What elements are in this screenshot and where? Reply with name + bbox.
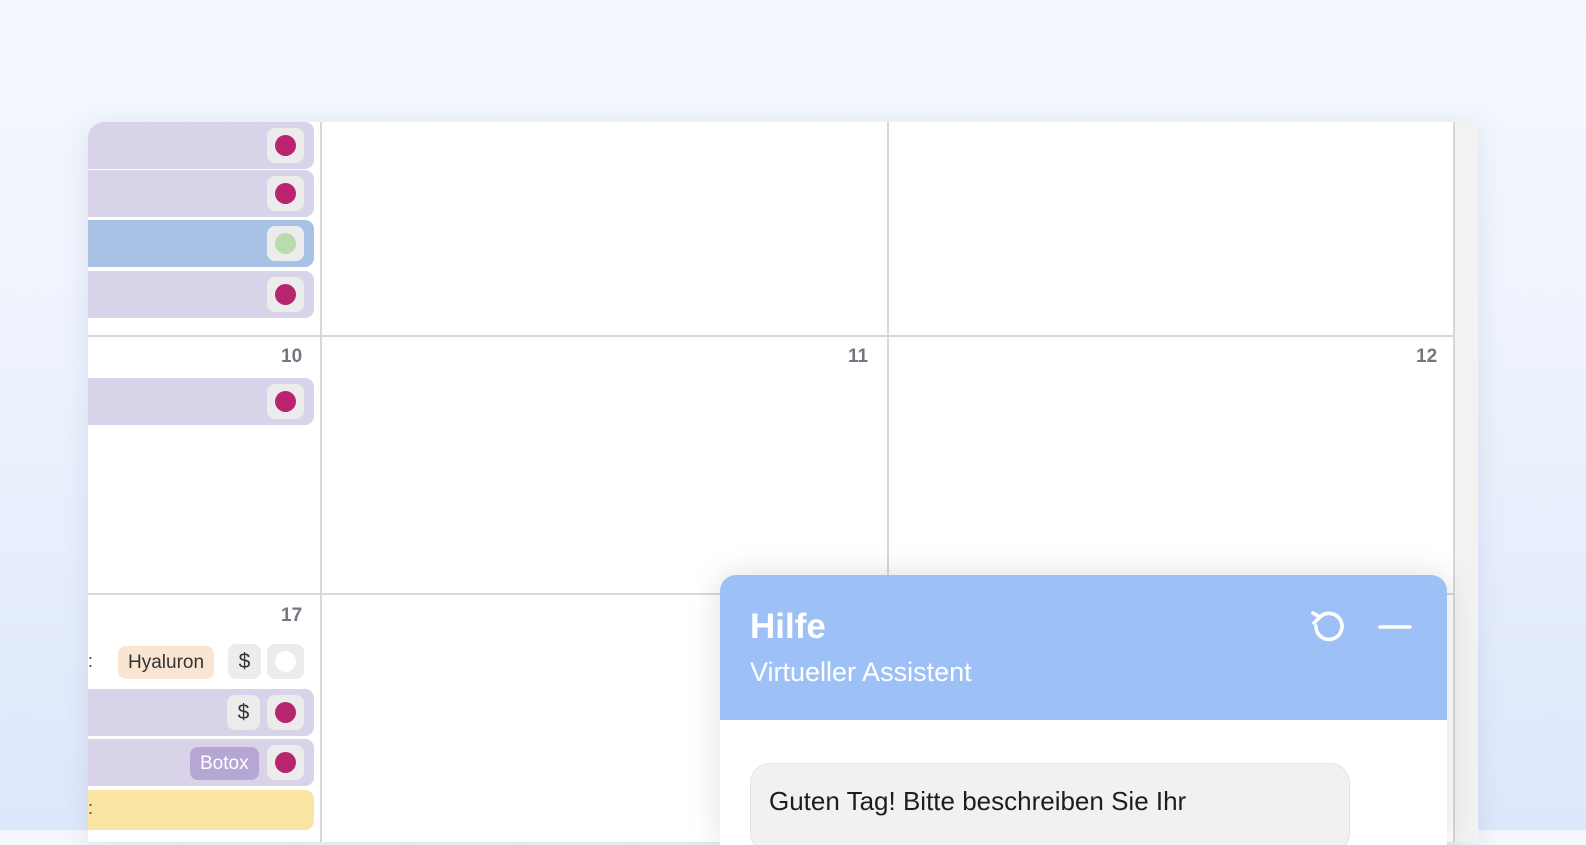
status-indicator[interactable] [267, 695, 304, 730]
day-number[interactable]: 11 [848, 346, 868, 368]
calendar-event[interactable] [88, 122, 314, 169]
event-text-fragment: : [88, 798, 94, 818]
status-dot [275, 651, 296, 672]
calendar-event[interactable] [88, 378, 314, 425]
treatment-tag-botox: Botox [190, 747, 259, 780]
status-dot [275, 284, 296, 305]
refresh-button[interactable] [1306, 605, 1350, 649]
day-number[interactable]: 10 [281, 346, 302, 368]
calendar-event[interactable] [88, 170, 314, 217]
column-divider [1453, 122, 1455, 842]
status-indicator[interactable] [267, 277, 304, 312]
status-indicator[interactable] [267, 128, 304, 163]
row-divider [88, 335, 1453, 337]
calendar-event[interactable]: $ [88, 689, 314, 736]
status-indicator[interactable] [267, 226, 304, 261]
minimize-button[interactable] [1373, 605, 1417, 649]
refresh-icon [1311, 611, 1344, 642]
calendar-event[interactable] [88, 271, 314, 318]
calendar-event[interactable]: : Hyaluron $ [88, 638, 314, 685]
calendar-event[interactable]: : [88, 790, 314, 830]
payment-indicator[interactable]: $ [228, 644, 261, 679]
status-indicator[interactable] [267, 176, 304, 211]
column-divider [320, 122, 322, 842]
status-dot [275, 752, 296, 773]
day-number[interactable]: 12 [1416, 346, 1437, 368]
chat-header: Hilfe Virtueller Assistent [720, 575, 1447, 720]
chat-title: Hilfe [750, 607, 826, 646]
calendar-event[interactable] [88, 220, 314, 267]
assistant-message-bubble: Guten Tag! Bitte beschreiben Sie Ihr [750, 763, 1350, 845]
day-number[interactable]: 17 [281, 605, 302, 627]
status-indicator[interactable] [267, 745, 304, 780]
status-dot [275, 183, 296, 204]
scrollbar-track[interactable] [1453, 122, 1478, 842]
status-dot [275, 391, 296, 412]
status-indicator[interactable] [267, 644, 304, 679]
payment-indicator[interactable]: $ [227, 695, 260, 730]
treatment-tag-hyaluron: Hyaluron [118, 646, 215, 679]
status-dot [275, 702, 296, 723]
calendar-event[interactable]: Botox [88, 739, 314, 786]
minimize-icon [1378, 625, 1412, 629]
chat-subtitle: Virtueller Assistent [750, 657, 972, 687]
help-chat-widget: Hilfe Virtueller Assistent Guten Tag! Bi… [720, 575, 1447, 845]
status-dot [275, 233, 296, 254]
event-text-fragment: : [88, 651, 94, 671]
status-dot [275, 135, 296, 156]
status-indicator[interactable] [267, 384, 304, 419]
